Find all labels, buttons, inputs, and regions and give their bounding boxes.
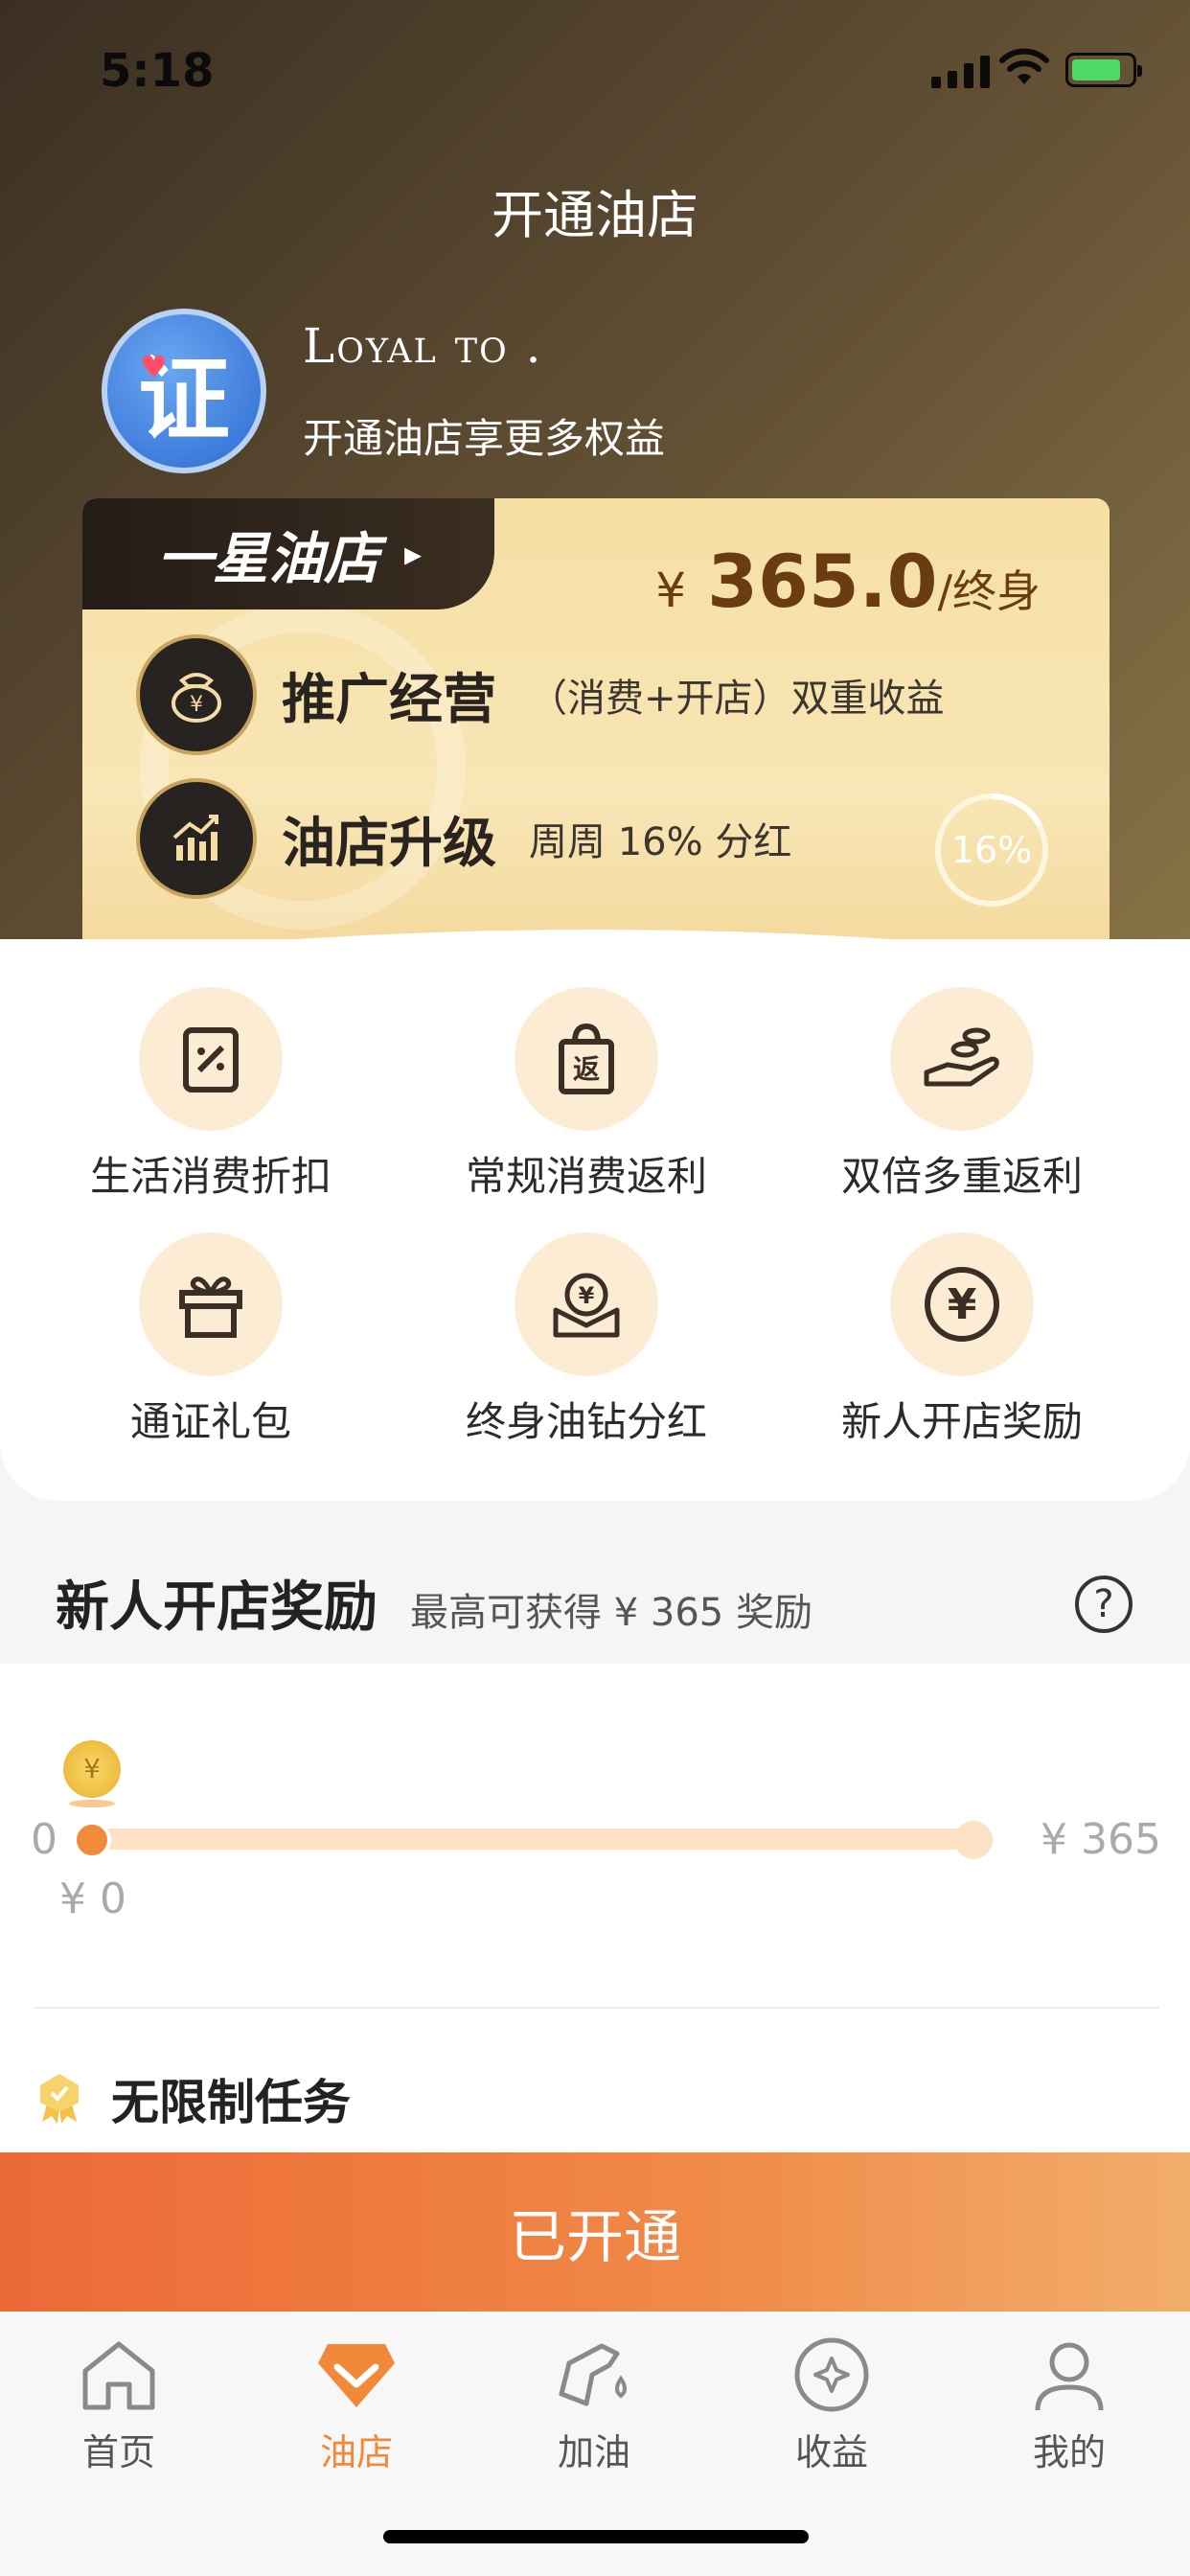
benefit-label: 新人开店奖励 (840, 1398, 1083, 1445)
benefit-item[interactable]: 通证礼包 (23, 1232, 399, 1448)
help-icon[interactable]: ? (1075, 1576, 1133, 1633)
tab-earnings[interactable]: 收益 (713, 2329, 950, 2475)
cellular-signal-icon (931, 54, 990, 88)
svg-text:返: 返 (573, 1053, 600, 1085)
wifi-icon (999, 48, 1049, 84)
coin-marker-icon: ¥ (63, 1740, 121, 1798)
tab-label: 加油 (557, 2431, 630, 2473)
dividend-pocket-icon: ¥ (515, 1232, 658, 1376)
reward-section-header: 新人开店奖励 最高可获得 ¥ 365 奖励 (56, 1564, 812, 1642)
battery-icon (1065, 53, 1142, 87)
coins-hand-icon (890, 987, 1034, 1131)
price-amount: 365.0 (707, 539, 938, 624)
earnings-coin-icon (713, 2329, 950, 2421)
progress-max-label: ¥ 365 (1041, 1815, 1161, 1864)
benefit-label: 终身油钻分红 (465, 1398, 707, 1445)
activated-button[interactable]: 已开通 (0, 2152, 1190, 2312)
task-row: 无限制任务 (33, 2064, 351, 2133)
tab-refuel[interactable]: 加油 (475, 2329, 713, 2475)
perk-title: 推广经营 (282, 668, 496, 731)
benefit-label: 通证礼包 (129, 1398, 291, 1445)
svg-text:¥: ¥ (948, 1280, 977, 1329)
benefit-label: 常规消费返利 (465, 1153, 707, 1200)
home-icon (0, 2329, 238, 2421)
benefit-item[interactable]: 返 常规消费返利 (399, 987, 774, 1203)
progress-start-dot (73, 1821, 111, 1859)
price-unit: /终身 (937, 565, 1041, 617)
tab-label: 油店 (319, 2431, 393, 2473)
avatar-glyph: 证 (138, 345, 230, 453)
tab-home[interactable]: 首页 (0, 2329, 238, 2475)
profile-icon (950, 2329, 1188, 2421)
user-name: Loyal to . (303, 318, 543, 374)
progress-current-label: ¥ 0 (59, 1874, 126, 1923)
perk-desc: 周周 16% 分红 (529, 820, 792, 864)
dividend-ring-label: 16% (950, 829, 1033, 871)
perk-desc: （消费+开店）双重收益 (529, 677, 945, 721)
status-time: 5:18 (100, 44, 215, 98)
price: ¥ 365.0 /终身 (655, 539, 1041, 624)
perk-upgrade: 油店升级 周周 16% 分红 (136, 778, 791, 899)
benefit-item[interactable]: 生活消费折扣 (23, 987, 399, 1203)
status-bar: 5:18 (0, 0, 1190, 144)
benefit-item[interactable]: 双倍多重返利 (774, 987, 1150, 1203)
tab-label: 收益 (794, 2431, 868, 2473)
coin-shadow (69, 1800, 115, 1807)
gift-icon (139, 1232, 283, 1376)
tab-profile[interactable]: 我的 (950, 2329, 1188, 2475)
rebate-bag-icon: 返 (515, 987, 658, 1131)
reward-section-subtitle: 最高可获得 ¥ 365 奖励 (410, 1591, 812, 1635)
tier-selector[interactable]: 一星油店 ▸ (82, 498, 494, 610)
medal-icon (40, 2074, 79, 2124)
heart-icon: ♥ (140, 349, 168, 385)
tier-label: 一星油店 (157, 526, 380, 591)
home-indicator (383, 2530, 809, 2543)
yuan-coin-icon: ¥ (890, 1232, 1034, 1376)
divider (33, 2007, 1159, 2009)
tab-label: 首页 (81, 2431, 155, 2473)
reward-section-title: 新人开店奖励 (56, 1576, 378, 1639)
benefit-item[interactable]: ¥ 终身油钻分红 (399, 1232, 774, 1448)
progress-start-label: 0 (31, 1815, 57, 1864)
dividend-ring: 16% (932, 791, 1051, 909)
page-title: 开通油店 (492, 185, 698, 245)
discount-tag-icon (139, 987, 283, 1131)
tab-label: 我的 (1032, 2431, 1106, 2473)
price-currency: ¥ (655, 563, 687, 618)
reward-panel: ¥ 0 ¥ 365 ¥ 0 无限制任务 (0, 1664, 1190, 2152)
progress-track (92, 1828, 970, 1850)
avatar[interactable]: 证 ♥ (102, 309, 266, 473)
tab-shop[interactable]: 油店 (238, 2329, 475, 2475)
money-bag-icon: ¥ (136, 634, 257, 755)
benefits-grid: 生活消费折扣 返 常规消费返利 双倍多重返利 通证礼包 ¥ 终身油钻分红 ¥ 新… (0, 987, 1190, 1485)
growth-chart-icon (136, 778, 257, 899)
shop-diamond-icon (238, 2329, 475, 2421)
svg-text:¥: ¥ (190, 693, 203, 717)
benefit-label: 双倍多重返利 (840, 1153, 1083, 1200)
benefit-item[interactable]: ¥ 新人开店奖励 (774, 1232, 1150, 1448)
perk-title: 油店升级 (282, 812, 496, 875)
fuel-nozzle-icon (475, 2329, 713, 2421)
svg-text:¥: ¥ (579, 1282, 595, 1309)
benefit-label: 生活消费折扣 (89, 1153, 332, 1200)
chevron-right-icon: ▸ (404, 534, 423, 574)
progress-end-dot (954, 1821, 993, 1859)
task-title: 无限制任务 (111, 2075, 351, 2130)
perk-promotion: ¥ 推广经营 （消费+开店）双重收益 (136, 634, 945, 755)
user-subtitle: 开通油店享更多权益 (303, 415, 666, 462)
